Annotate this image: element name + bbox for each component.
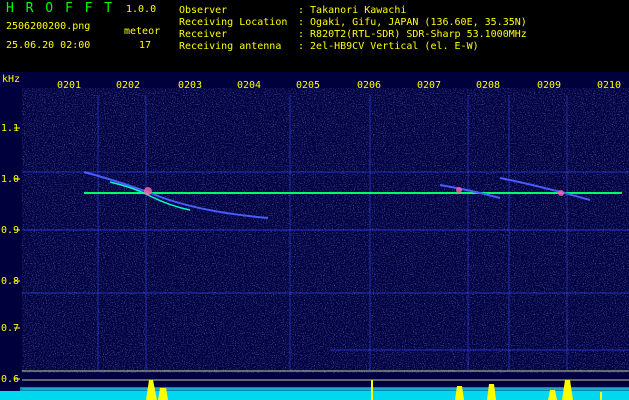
time-label-0201: 0201 [57,80,82,91]
freq-label-1-1: 1.1 [1,123,20,134]
time-label-0207: 0207 [417,80,442,91]
time-label-0206: 0206 [357,80,382,91]
time-label-0202: 0202 [116,80,141,91]
time-label-0205: 0205 [296,80,321,91]
time-label-0210: 0210 [597,80,622,91]
time-label-0208: 0208 [476,80,501,91]
time-label-0204: 0204 [237,80,262,91]
freq-label-0-8: 0.8 [1,276,20,287]
freq-label-0-7: 0.7 [1,323,20,334]
y-axis-unit: kHz [2,74,21,85]
spectrogram [0,72,629,400]
time-label-0209: 0209 [537,80,562,91]
freq-label-0-9: 0.9 [1,225,20,236]
time-label-0203: 0203 [178,80,203,91]
freq-label-1-0: 1.0 [1,174,20,185]
freq-label-0-6: 0.6 [1,374,20,385]
hroft-window: H R O F F T 1.0.0 2506200200.png meteor … [0,0,629,400]
